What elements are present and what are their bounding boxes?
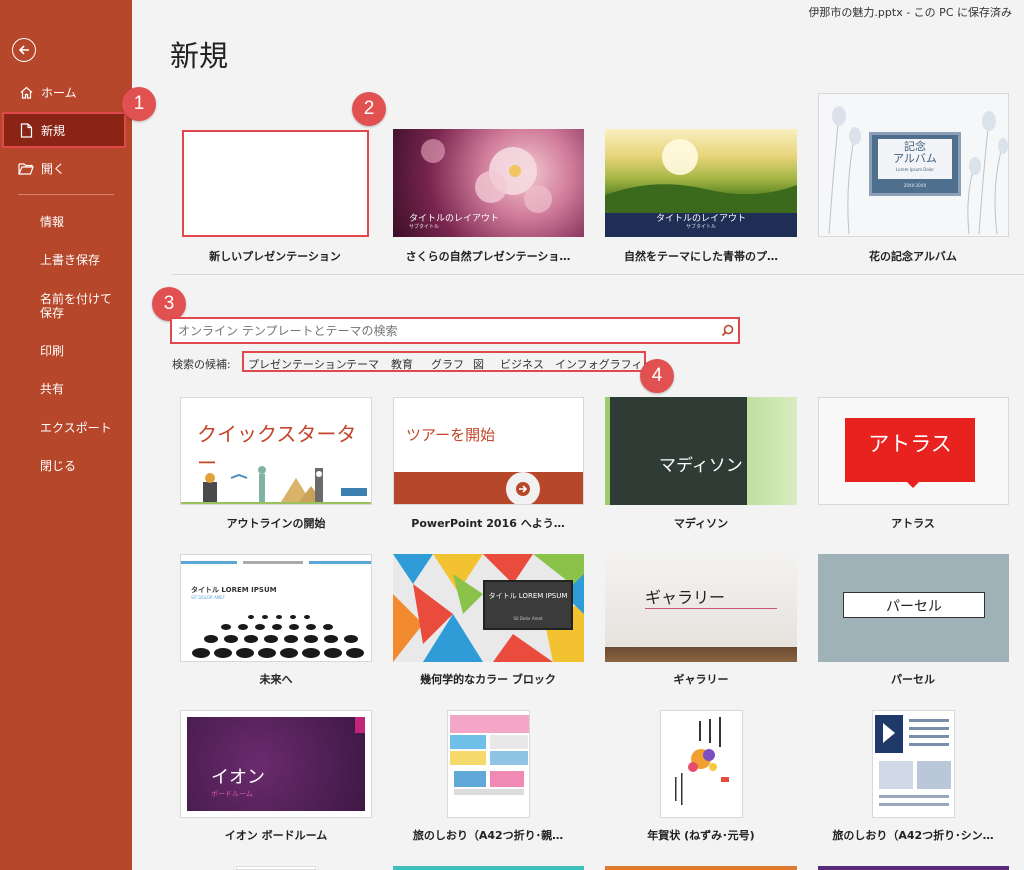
thumb-date: 20XX-20XX — [903, 183, 927, 188]
suggestion-graph[interactable]: グラフ — [431, 356, 464, 372]
ion-boardroom-template-thumb[interactable]: イオン ボードルーム — [180, 710, 372, 818]
step-badge-3: 3 — [152, 287, 186, 321]
thumb-subtitle: Lorem Ipsum Dolor — [895, 167, 935, 172]
template-thumb-partial[interactable] — [818, 866, 1009, 870]
template-caption: マディソン — [673, 517, 729, 530]
template-caption: 旅のしおり（A42つ折り･親… — [412, 829, 564, 842]
thumb-title: マディソン — [659, 456, 743, 476]
flower-album-template-thumb[interactable]: 記念 アルバム Lorem Ipsum Dolor 20XX-20XX — [818, 93, 1009, 237]
thumb-title: イオン — [211, 767, 265, 788]
new-document-icon — [18, 122, 34, 138]
template-caption: PowerPoint 2016 へよう… — [411, 517, 565, 530]
template-thumb-partial[interactable] — [605, 866, 797, 870]
tour-template-thumb[interactable]: ツアーを開始 — [393, 397, 584, 505]
thumb-subtitle: サブタイトル — [685, 224, 716, 230]
sidebar-item-export[interactable]: エクスポート — [40, 421, 122, 435]
atlas-template-thumb[interactable]: アトラス — [818, 397, 1009, 505]
back-arrow-icon[interactable] — [12, 38, 36, 62]
parcel-template-thumb[interactable]: パーセル — [818, 554, 1009, 662]
template-caption: 花の記念アルバム — [869, 250, 957, 263]
template-caption: さくらの自然プレゼンテーショ… — [405, 250, 571, 263]
suggestion-business[interactable]: ビジネス — [500, 356, 544, 372]
step-badge-1: 1 — [122, 87, 156, 121]
template-caption: アトラス — [891, 517, 935, 530]
template-caption: イオン ボードルーム — [224, 829, 328, 842]
template-caption: ギャラリー — [673, 673, 729, 686]
sidebar-item-label: ホーム — [41, 85, 77, 100]
page-title: 新規 — [170, 39, 229, 73]
suggestion-diagram[interactable]: 図 — [473, 356, 484, 372]
thumb-subtitle: Sit Dolor Amet — [513, 616, 543, 621]
travel-guide-simple-template-thumb[interactable] — [872, 710, 955, 818]
geometric-color-block-template-thumb[interactable]: タイトル LOREM IPSUM Sit Dolor Amet — [393, 554, 584, 662]
sidebar-item-new[interactable]: 新規 — [2, 112, 126, 148]
suggestion-presentation[interactable]: プレゼンテーション — [248, 356, 347, 372]
template-thumb-partial[interactable] — [393, 866, 584, 870]
suggestion-theme[interactable]: テーマ — [346, 356, 379, 372]
travel-guide-parent-template-thumb[interactable] — [447, 710, 530, 818]
thumb-title: タイトル LOREM IPSUM — [488, 592, 568, 600]
template-caption: 旅のしおり（A42つ折り･シン… — [832, 829, 994, 842]
nature-blue-band-template-thumb[interactable]: タイトルのレイアウト サブタイトル — [605, 129, 797, 237]
template-search-box — [170, 317, 740, 344]
thumb-subtitle: サブタイトル — [409, 224, 440, 230]
search-icon[interactable] — [716, 324, 738, 337]
template-search-input[interactable] — [172, 323, 716, 338]
sidebar-item-label: 開く — [41, 161, 66, 176]
thumb-title: パーセル — [886, 599, 942, 615]
home-icon — [18, 84, 34, 100]
section-divider — [172, 274, 1024, 275]
sakura-template-thumb[interactable]: タイトルのレイアウト サブタイトル — [393, 129, 584, 237]
blank-presentation-thumb[interactable] — [182, 130, 369, 237]
sidebar-item-print[interactable]: 印刷 — [40, 344, 122, 358]
thumb-title: タイトル LOREM IPSUM — [191, 586, 277, 594]
thumb-subtitle: ボードルーム — [211, 790, 253, 798]
sidebar-item-save[interactable]: 上書き保存 — [40, 253, 122, 267]
template-caption: 未来へ — [259, 673, 293, 686]
backstage-sidebar: ホーム 新規 開く 情報 上書き保存 名前を付けて保存 印刷 共有 エクスポート… — [0, 0, 132, 870]
gallery-template-thumb[interactable]: ギャラリー — [605, 554, 797, 662]
step-badge-4: 4 — [640, 359, 674, 393]
template-thumb-partial[interactable] — [236, 866, 316, 870]
template-caption: 自然をテーマにした青帯のプ… — [624, 250, 778, 263]
window-title: 伊那市の魅力.pptx - この PC に保存済み — [808, 6, 1012, 19]
suggestion-education[interactable]: 教育 — [391, 356, 413, 372]
template-caption: 年賀状 (ねずみ･元号) — [647, 829, 755, 842]
sidebar-item-label: 新規 — [41, 123, 66, 138]
open-folder-icon — [18, 160, 34, 176]
step-badge-2: 2 — [352, 92, 386, 126]
mirai-template-thumb[interactable]: タイトル LOREM IPSUM SIT DOLOR AMET — [180, 554, 372, 662]
sidebar-item-close[interactable]: 閉じる — [40, 459, 122, 473]
sidebar-item-home[interactable]: ホーム — [0, 74, 132, 110]
arrow-right-icon — [506, 472, 540, 504]
sidebar-item-info[interactable]: 情報 — [40, 215, 122, 229]
sidebar-divider — [18, 194, 114, 195]
template-caption: 幾何学的なカラー ブロック — [420, 673, 556, 686]
thumb-title: アルバム — [893, 152, 937, 165]
thumb-subtitle: SIT DOLOR AMET — [191, 595, 226, 600]
template-caption: 新しいプレゼンテーション — [209, 250, 341, 263]
new-year-card-template-thumb[interactable] — [660, 710, 743, 818]
template-caption: アウトラインの開始 — [226, 517, 326, 530]
madison-template-thumb[interactable]: マディソン — [605, 397, 797, 505]
sidebar-item-share[interactable]: 共有 — [40, 382, 122, 396]
search-suggestions-label: 検索の候補: — [172, 358, 231, 371]
sidebar-item-open[interactable]: 開く — [0, 150, 132, 186]
template-caption: パーセル — [891, 673, 935, 686]
quickstarter-template-thumb[interactable]: クイックスターター — [180, 397, 372, 505]
thumb-title: ギャラリー — [645, 588, 726, 607]
sidebar-item-save-as[interactable]: 名前を付けて保存 — [40, 292, 122, 320]
album-frame: 記念 アルバム Lorem Ipsum Dolor 20XX-20XX — [869, 132, 961, 196]
thumb-title: アトラス — [868, 432, 952, 456]
thumb-title: ツアーを開始 — [406, 426, 496, 444]
